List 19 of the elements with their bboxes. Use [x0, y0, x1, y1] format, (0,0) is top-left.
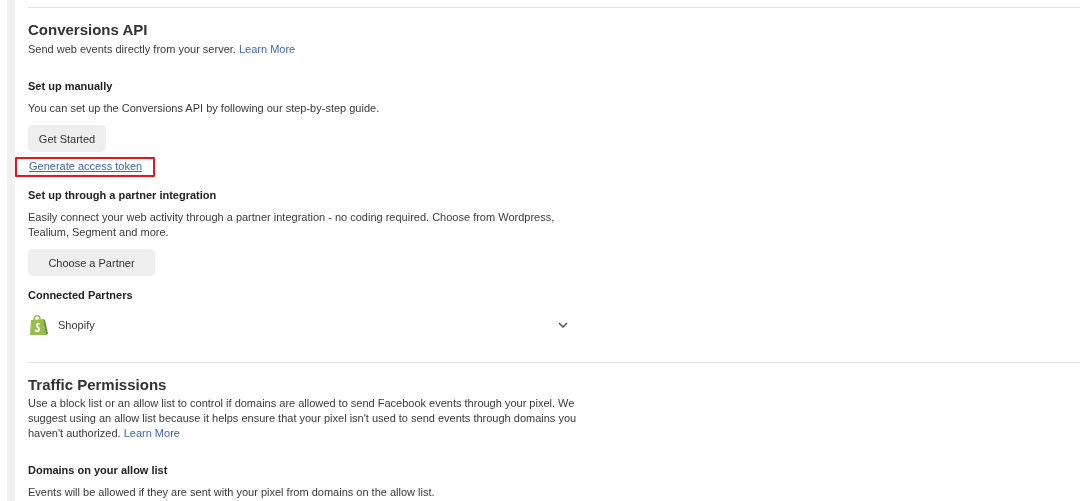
subsection-description: Easily connect your web activity through a partner integration - no coding required. Choose from Wordpress, Tealium, Segment and more.	[28, 210, 556, 240]
subsection-heading: Set up through a partner integration	[28, 188, 218, 203]
chevron-down-icon[interactable]	[558, 322, 568, 328]
subsection-description: Events will be allowed if they are sent with your pixel from domains on the allow list.	[28, 485, 436, 500]
access-token-link[interactable]: Generate access token	[29, 160, 143, 172]
learn-more-link[interactable]: Learn More	[123, 427, 180, 439]
choose-partner-button[interactable]: Choose a Partner	[28, 249, 155, 276]
subsection-heading: Connected Partners	[28, 288, 134, 303]
shopping-bag-icon	[28, 314, 48, 336]
subsection-description: You can set up the Conversions API by following our step-by-step guide.	[28, 101, 381, 116]
section-title: Conversions API	[28, 21, 149, 39]
section-title: Traffic Permissions	[28, 376, 168, 394]
subsection-heading: Set up manually	[28, 79, 114, 94]
partner-name: Shopify	[58, 319, 96, 331]
learn-more-link[interactable]: Learn More	[238, 43, 296, 55]
get-started-button[interactable]: Get Started	[28, 125, 106, 152]
section-description: Use a block list or an allow list to control if domains are allowed to send Facebook events through your pixel. We suggest using an allow list because it helps ensure that your pixel isn't used to send events through domains you haven't authorized. Learn More	[28, 396, 578, 441]
subsection-heading: Domains on your allow list	[28, 463, 169, 478]
section-description: Send web events directly from your server. Learn More	[28, 42, 297, 57]
